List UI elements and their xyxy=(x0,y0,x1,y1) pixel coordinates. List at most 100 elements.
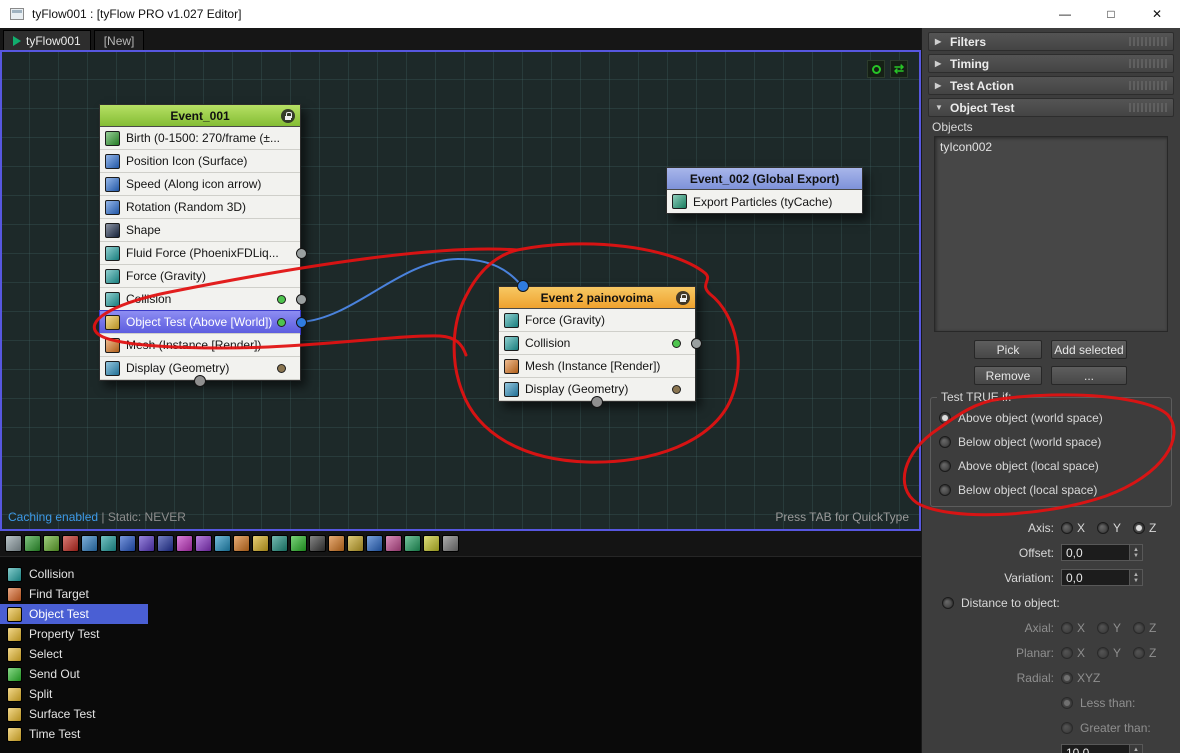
radio-xyz[interactable] xyxy=(1061,672,1073,684)
depot-icon-17[interactable] xyxy=(309,535,326,552)
depot-icon-22[interactable] xyxy=(404,535,421,552)
depot-icon-12[interactable] xyxy=(214,535,231,552)
operator-collision[interactable]: Collision xyxy=(100,288,300,311)
spinner-item[interactable]: 10,0▲▼ xyxy=(1061,744,1143,753)
maximize-button[interactable]: □ xyxy=(1088,0,1134,28)
depot-icon-18[interactable] xyxy=(328,535,345,552)
radio-x[interactable] xyxy=(1061,522,1073,534)
rollout-filters[interactable]: ▶Filters xyxy=(928,32,1174,51)
radio-above-object-local-space[interactable] xyxy=(939,460,951,472)
operator-shape[interactable]: Shape xyxy=(100,219,300,242)
event-input-port[interactable] xyxy=(517,280,529,292)
event-output-port[interactable] xyxy=(194,375,206,387)
operator-fluid-force-phoenixfdliq[interactable]: Fluid Force (PhoenixFDLiq... xyxy=(100,242,300,265)
depot-icon-20[interactable] xyxy=(366,535,383,552)
more-button[interactable]: ... xyxy=(1051,366,1127,385)
spinner-arrows-icon[interactable]: ▲▼ xyxy=(1129,545,1142,560)
depot-icon-11[interactable] xyxy=(195,535,212,552)
radio-below-object-local-space[interactable] xyxy=(939,484,951,496)
operator-speed-along-icon-arrow[interactable]: Speed (Along icon arrow) xyxy=(100,173,300,196)
padlock-icon[interactable] xyxy=(676,291,690,305)
spinner-arrows-icon[interactable]: ▲▼ xyxy=(1129,745,1142,753)
event-output-port[interactable] xyxy=(591,396,603,408)
depot-icon-23[interactable] xyxy=(423,535,440,552)
objects-list[interactable]: tyIcon002 xyxy=(934,136,1168,332)
operator-force-gravity[interactable]: Force (Gravity) xyxy=(499,309,695,332)
depot-icon-14[interactable] xyxy=(252,535,269,552)
operator-mesh-instance-render[interactable]: Mesh (Instance [Render]) xyxy=(100,334,300,357)
operator-force-gravity[interactable]: Force (Gravity) xyxy=(100,265,300,288)
depot-icon-19[interactable] xyxy=(347,535,364,552)
operator-list-item-find-target[interactable]: Find Target xyxy=(0,584,148,604)
depot-icon-6[interactable] xyxy=(100,535,117,552)
rollout-test-action[interactable]: ▶Test Action xyxy=(928,76,1174,95)
node-header[interactable]: Event 2 painovoima xyxy=(499,287,695,309)
depot-icon-5[interactable] xyxy=(81,535,98,552)
display-toggle-dot[interactable] xyxy=(277,364,286,373)
rollout-timing[interactable]: ▶Timing xyxy=(928,54,1174,73)
simulation-toggle-icon[interactable] xyxy=(867,60,885,78)
depot-icon-2[interactable] xyxy=(24,535,41,552)
depot-icon-21[interactable] xyxy=(385,535,402,552)
spinner-offset[interactable]: 0,0▲▼ xyxy=(1061,544,1143,561)
close-button[interactable]: ✕ xyxy=(1134,0,1180,28)
radio-above-object-world-space[interactable] xyxy=(939,412,951,424)
object-list-item[interactable]: tyIcon002 xyxy=(940,140,1162,156)
radio-y[interactable] xyxy=(1097,647,1109,659)
node-canvas[interactable]: ⇄ Caching enabled | Static: NEVER Press … xyxy=(0,50,921,531)
radio-below-object-world-space[interactable] xyxy=(939,436,951,448)
operator-list-item-select[interactable]: Select xyxy=(0,644,148,664)
radio-less-than[interactable] xyxy=(1061,697,1073,709)
output-port[interactable] xyxy=(296,248,307,259)
operator-collision[interactable]: Collision xyxy=(499,332,695,355)
operator-birth-0-1500-270-frame[interactable]: Birth (0-1500: 270/frame (±... xyxy=(100,127,300,150)
node-event-002[interactable]: Event_002 (Global Export)Export Particle… xyxy=(666,167,863,214)
display-toggle-dot[interactable] xyxy=(277,295,286,304)
rollout-object-test[interactable]: ▼Object Test xyxy=(928,98,1174,117)
radio-y[interactable] xyxy=(1097,522,1109,534)
radio-distance-to-object[interactable] xyxy=(942,597,954,609)
depot-icon-10[interactable] xyxy=(176,535,193,552)
operator-position-icon-surface[interactable]: Position Icon (Surface) xyxy=(100,150,300,173)
depot-icon-15[interactable] xyxy=(271,535,288,552)
node-header[interactable]: Event_002 (Global Export) xyxy=(667,168,862,190)
output-port[interactable] xyxy=(296,317,307,328)
operator-list-item-time-test[interactable]: Time Test xyxy=(0,724,148,744)
display-toggle-dot[interactable] xyxy=(672,385,681,394)
operator-list-item-collision[interactable]: Collision xyxy=(0,564,148,584)
tab-tyflow001[interactable]: tyFlow001 xyxy=(3,30,91,50)
operator-list-item-object-test[interactable]: Object Test xyxy=(0,604,148,624)
depot-icon-4[interactable] xyxy=(62,535,79,552)
add-selected-button[interactable]: Add selected xyxy=(1051,340,1127,359)
radio-greater-than[interactable] xyxy=(1061,722,1073,734)
operator-list-item-split[interactable]: Split xyxy=(0,684,148,704)
depot-icon-24[interactable] xyxy=(442,535,459,552)
output-port[interactable] xyxy=(691,338,702,349)
tab-new[interactable]: [New] xyxy=(94,30,145,50)
output-port[interactable] xyxy=(296,294,307,305)
depot-icon-1[interactable] xyxy=(5,535,22,552)
display-toggle-dot[interactable] xyxy=(277,318,286,327)
operator-list-item-property-test[interactable]: Property Test xyxy=(0,624,148,644)
radio-z[interactable] xyxy=(1133,647,1145,659)
radio-y[interactable] xyxy=(1097,622,1109,634)
node-header[interactable]: Event_001 xyxy=(100,105,300,127)
refresh-icon[interactable]: ⇄ xyxy=(890,60,908,78)
radio-x[interactable] xyxy=(1061,622,1073,634)
spinner-variation[interactable]: 0,0▲▼ xyxy=(1061,569,1143,586)
radio-x[interactable] xyxy=(1061,647,1073,659)
depot-icon-13[interactable] xyxy=(233,535,250,552)
remove-button[interactable]: Remove xyxy=(974,366,1042,385)
operator-export-particles-tycache[interactable]: Export Particles (tyCache) xyxy=(667,190,862,213)
pick-button[interactable]: Pick xyxy=(974,340,1042,359)
display-toggle-dot[interactable] xyxy=(672,339,681,348)
operator-rotation-random-3d[interactable]: Rotation (Random 3D) xyxy=(100,196,300,219)
depot-icon-7[interactable] xyxy=(119,535,136,552)
depot-icon-16[interactable] xyxy=(290,535,307,552)
operator-list-item-send-out[interactable]: Send Out xyxy=(0,664,148,684)
operator-object-test-above-world[interactable]: Object Test (Above [World]) xyxy=(100,311,300,334)
operator-list-item-surface-test[interactable]: Surface Test xyxy=(0,704,148,724)
minimize-button[interactable]: — xyxy=(1042,0,1088,28)
depot-icon-8[interactable] xyxy=(138,535,155,552)
depot-icon-9[interactable] xyxy=(157,535,174,552)
